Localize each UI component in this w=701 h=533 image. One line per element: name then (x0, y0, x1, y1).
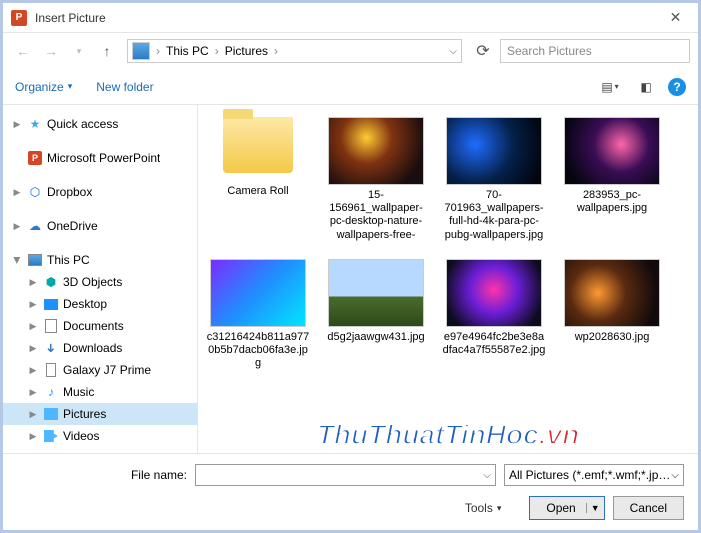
file-item[interactable]: d5g2jaawgw431.jpg (324, 259, 428, 371)
tree-3d-objects[interactable]: ▶ ⬢ 3D Objects (3, 271, 197, 293)
recent-dropdown[interactable]: ▾ (67, 39, 91, 63)
videos-icon (43, 428, 59, 444)
footer: File name: ⌵ All Pictures (*.emf;*.wmf;*… (3, 453, 698, 530)
breadcrumb-root[interactable]: This PC (166, 44, 209, 58)
image-thumbnail (328, 259, 424, 327)
expand-icon[interactable]: ▶ (11, 221, 23, 232)
tree-downloads[interactable]: ▶ ➜ Downloads (3, 337, 197, 359)
preview-pane-button[interactable]: ◧ (632, 76, 660, 98)
address-dropdown[interactable]: ⌵ (449, 46, 457, 57)
open-dropdown[interactable]: ▼ (586, 503, 600, 513)
tree-pictures[interactable]: ▶ Pictures (3, 403, 197, 425)
image-thumbnail (446, 259, 542, 327)
expand-icon[interactable]: ▶ (27, 277, 39, 288)
tree-galaxy[interactable]: ▶ Galaxy J7 Prime (3, 359, 197, 381)
desktop-icon (43, 296, 59, 312)
dropbox-icon: ⬡ (27, 184, 43, 200)
expand-icon[interactable]: ▶ (27, 387, 39, 398)
up-button[interactable]: ↑ (95, 39, 119, 63)
folder-item[interactable]: Camera Roll (206, 117, 310, 241)
open-button[interactable]: Open ▼ (529, 496, 604, 520)
insert-picture-dialog: P Insert Picture ✕ ← → ▾ ↑ › This PC › P… (0, 0, 701, 533)
cloud-icon: ☁ (27, 218, 43, 234)
expand-icon[interactable]: ▶ (27, 431, 39, 442)
image-thumbnail (210, 259, 306, 327)
body: ▶ ★ Quick access P Microsoft PowerPoint … (3, 105, 698, 453)
downloads-icon: ➜ (43, 340, 59, 356)
tree-music[interactable]: ▶ ♪ Music (3, 381, 197, 403)
image-thumbnail (564, 259, 660, 327)
pictures-icon (43, 406, 59, 422)
expand-icon[interactable]: ▶ (27, 365, 39, 376)
file-name-input[interactable]: ⌵ (195, 464, 496, 486)
folder-icon (223, 117, 293, 173)
search-placeholder: Search Pictures (507, 44, 592, 58)
music-icon: ♪ (43, 384, 59, 400)
search-input[interactable]: Search Pictures (500, 39, 690, 63)
breadcrumb-current[interactable]: Pictures (225, 44, 268, 58)
cube-icon: ⬢ (43, 274, 59, 290)
forward-button[interactable]: → (39, 39, 63, 63)
dialog-title: Insert Picture (35, 11, 106, 25)
expand-icon[interactable]: ▶ (27, 343, 39, 354)
view-options-button[interactable]: ▤▾ (596, 76, 624, 98)
address-bar[interactable]: › This PC › Pictures › ⌵ (127, 39, 462, 63)
watermark: ThuThuatTinHoc.vn (317, 419, 579, 451)
expand-icon[interactable]: ▶ (27, 409, 39, 420)
tree-videos[interactable]: ▶ Videos (3, 425, 197, 447)
tools-menu[interactable]: Tools ▾ (465, 501, 502, 515)
expand-icon[interactable]: ▶ (11, 187, 23, 198)
pc-icon (27, 252, 43, 268)
new-folder-button[interactable]: New folder (96, 80, 153, 94)
nav-row: ← → ▾ ↑ › This PC › Pictures › ⌵ ⟳ Searc… (3, 33, 698, 69)
close-button[interactable]: ✕ (653, 3, 698, 33)
powerpoint-icon: P (11, 10, 27, 26)
tree-desktop[interactable]: ▶ Desktop (3, 293, 197, 315)
file-item[interactable]: 283953_pc-wallpapers.jpg (560, 117, 664, 241)
documents-icon (43, 318, 59, 334)
chevron-down-icon: ▾ (497, 503, 502, 514)
expand-icon[interactable]: ▶ (11, 119, 23, 130)
file-item[interactable]: 70-701963_wallpapers-full-hd-4k-para-pc-… (442, 117, 546, 241)
tree-documents[interactable]: ▶ Documents (3, 315, 197, 337)
back-button[interactable]: ← (11, 39, 35, 63)
image-thumbnail (328, 117, 424, 185)
tree-this-pc[interactable]: ▶ This PC (3, 249, 197, 271)
nav-tree: ▶ ★ Quick access P Microsoft PowerPoint … (3, 105, 198, 453)
toolbar: Organize ▾ New folder ▤▾ ◧ ? (3, 69, 698, 105)
image-thumbnail (446, 117, 542, 185)
refresh-button[interactable]: ⟳ (470, 39, 496, 63)
tree-powerpoint[interactable]: P Microsoft PowerPoint (3, 147, 197, 169)
file-item[interactable]: wp2028630.jpg (560, 259, 664, 371)
chevron-down-icon: ⌵ (671, 470, 679, 481)
tree-quick-access[interactable]: ▶ ★ Quick access (3, 113, 197, 135)
expand-icon[interactable]: ▶ (27, 299, 39, 310)
chevron-right-icon: › (270, 44, 282, 58)
cancel-button[interactable]: Cancel (613, 496, 684, 520)
tree-onedrive[interactable]: ▶ ☁ OneDrive (3, 215, 197, 237)
tree-dropbox[interactable]: ▶ ⬡ Dropbox (3, 181, 197, 203)
image-thumbnail (564, 117, 660, 185)
help-button[interactable]: ? (668, 78, 686, 96)
file-item[interactable]: 15-156961_wallpaper-pc-desktop-nature-wa… (324, 117, 428, 241)
file-type-select[interactable]: All Pictures (*.emf;*.wmf;*.jpg;* ⌵ (504, 464, 684, 486)
file-item[interactable]: e97e4964fc2be3e8adfac4a7f55587e2.jpg (442, 259, 546, 371)
powerpoint-icon: P (27, 150, 43, 166)
organize-menu[interactable]: Organize ▾ (15, 80, 72, 94)
file-name-label: File name: (17, 468, 187, 482)
chevron-down-icon: ▾ (68, 81, 73, 92)
titlebar: P Insert Picture ✕ (3, 3, 698, 33)
expand-icon[interactable]: ▶ (27, 321, 39, 332)
phone-icon (43, 362, 59, 378)
collapse-icon[interactable]: ▶ (12, 254, 23, 266)
pc-icon (132, 42, 150, 60)
file-item[interactable]: c31216424b811a9770b5b7dacb06fa3e.jpg (206, 259, 310, 371)
chevron-right-icon: › (152, 44, 164, 58)
chevron-right-icon: › (211, 44, 223, 58)
star-icon: ★ (27, 116, 43, 132)
file-list: Camera Roll 15-156961_wallpaper-pc-deskt… (198, 105, 698, 453)
